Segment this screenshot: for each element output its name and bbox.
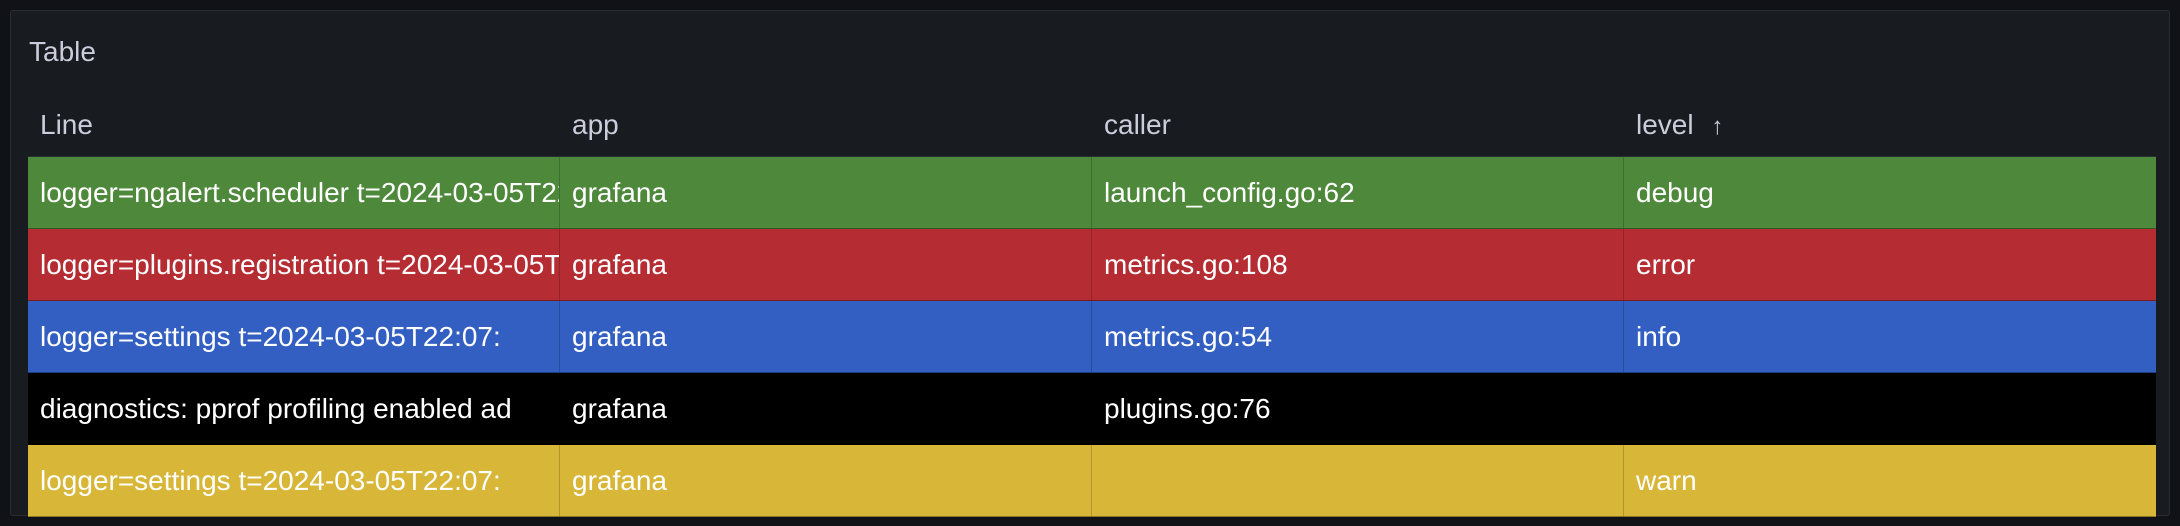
- column-header-line[interactable]: Line: [28, 93, 560, 156]
- table-row: logger=settings t=2024-03-05T22:07: graf…: [28, 445, 2156, 517]
- arrow-up-icon: ↑: [1711, 113, 1724, 140]
- column-header-app[interactable]: app: [560, 93, 1092, 156]
- cell-caller[interactable]: launch_config.go:62: [1092, 157, 1624, 228]
- cell-app[interactable]: grafana: [560, 229, 1092, 300]
- table-header: Line app caller level ↑: [28, 93, 2156, 157]
- cell-level[interactable]: debug: [1624, 157, 2156, 228]
- cell-caller[interactable]: plugins.go:76: [1092, 373, 1624, 444]
- cell-app[interactable]: grafana: [560, 157, 1092, 228]
- cell-line[interactable]: diagnostics: pprof profiling enabled ad: [28, 373, 560, 444]
- table-row: logger=plugins.registration t=2024-03-05…: [28, 229, 2156, 301]
- cell-caller[interactable]: [1092, 445, 1624, 516]
- data-table: Line app caller level ↑ logger=ngalert.s…: [28, 93, 2156, 517]
- cell-app[interactable]: grafana: [560, 445, 1092, 516]
- table-panel: Table Line app caller level ↑ logger=nga…: [10, 10, 2170, 517]
- column-header-caller[interactable]: caller: [1092, 93, 1624, 156]
- cell-caller[interactable]: metrics.go:108: [1092, 229, 1624, 300]
- cell-app[interactable]: grafana: [560, 373, 1092, 444]
- column-header-label: level: [1636, 109, 1694, 140]
- cell-line[interactable]: logger=settings t=2024-03-05T22:07:: [28, 445, 560, 516]
- panel-title[interactable]: Table: [29, 35, 96, 69]
- column-header-label: Line: [40, 109, 93, 140]
- cell-line[interactable]: logger=settings t=2024-03-05T22:07:: [28, 301, 560, 372]
- cell-caller[interactable]: metrics.go:54: [1092, 301, 1624, 372]
- table-row: diagnostics: pprof profiling enabled ad …: [28, 373, 2156, 445]
- column-header-label: app: [572, 109, 619, 140]
- cell-level[interactable]: info: [1624, 301, 2156, 372]
- cell-level[interactable]: [1624, 373, 2156, 444]
- column-header-label: caller: [1104, 109, 1171, 140]
- cell-app[interactable]: grafana: [560, 301, 1092, 372]
- cell-line[interactable]: logger=ngalert.scheduler t=2024-03-05T22…: [28, 157, 560, 228]
- cell-level[interactable]: warn: [1624, 445, 2156, 516]
- cell-level[interactable]: error: [1624, 229, 2156, 300]
- cell-line[interactable]: logger=plugins.registration t=2024-03-05…: [28, 229, 560, 300]
- table-row: logger=ngalert.scheduler t=2024-03-05T22…: [28, 157, 2156, 229]
- table-row: logger=settings t=2024-03-05T22:07: graf…: [28, 301, 2156, 373]
- column-header-level[interactable]: level ↑: [1624, 93, 2156, 156]
